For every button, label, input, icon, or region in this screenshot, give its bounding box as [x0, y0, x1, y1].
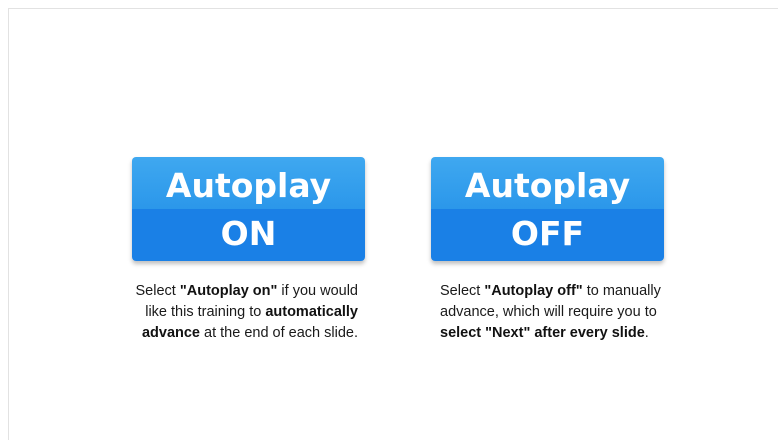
desc-segment-bold: select "Next" after every slide [440, 325, 645, 341]
autoplay-on-button[interactable]: Autoplay ON [132, 157, 365, 261]
desc-segment: . [644, 325, 649, 341]
autoplay-on-description: Select "Autoplay on" if you would like t… [118, 281, 358, 344]
desc-segment: at the end of each slide. [200, 325, 358, 341]
autoplay-on-state: ON [220, 214, 277, 253]
desc-segment: Select [135, 283, 180, 299]
autoplay-off-state: OFF [510, 214, 585, 253]
desc-segment-bold: "Autoplay off" [484, 283, 583, 299]
desc-segment: Select [440, 283, 485, 299]
autoplay-off-button[interactable]: Autoplay OFF [431, 157, 664, 261]
autoplay-off-label: Autoplay [464, 166, 631, 205]
autoplay-off-description: Select "Autoplay off" to manually advanc… [440, 281, 680, 344]
autoplay-on-label: Autoplay [165, 166, 332, 205]
desc-segment-bold: "Autoplay on" [179, 283, 278, 299]
